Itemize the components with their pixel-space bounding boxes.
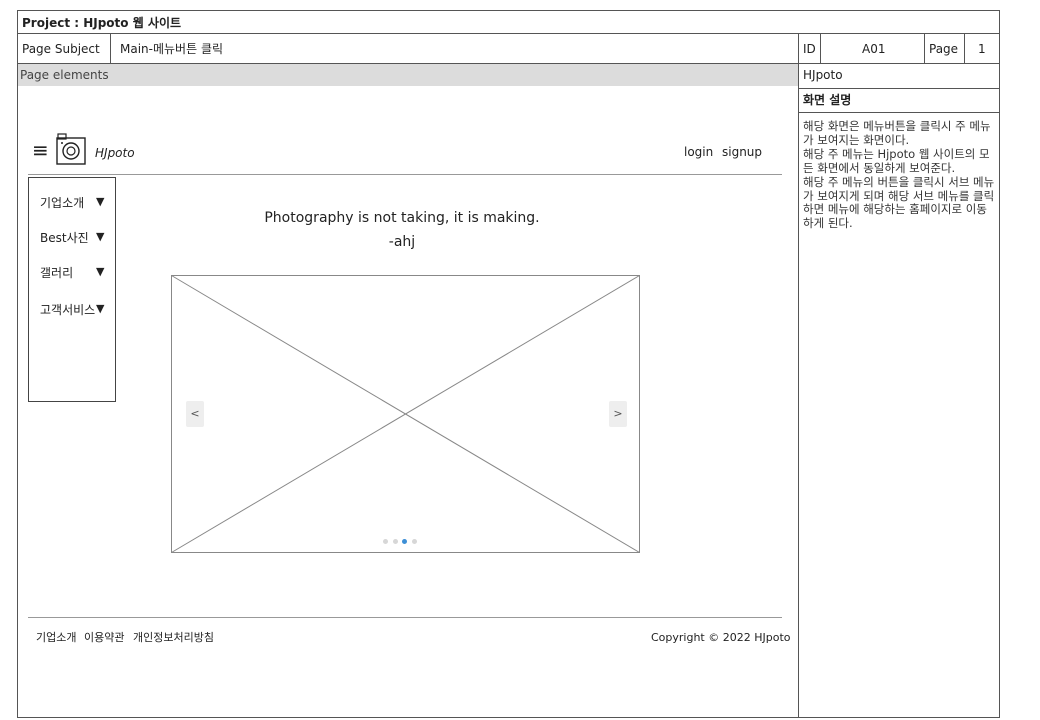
dropdown-arrow-icon[interactable]: ▼ [96, 302, 104, 315]
footer-link-terms[interactable]: 이용약관 [84, 631, 124, 645]
slider-dot[interactable] [383, 539, 388, 544]
copyright-text: Copyright © 2022 HJpoto [651, 631, 791, 644]
page-label: Page [929, 42, 959, 56]
logo-text[interactable]: HJpoto [95, 146, 135, 160]
description-paragraph: 해당 주 메뉴는 Hjpoto 웹 사이트의 모든 화면에서 동일하게 보여준다… [803, 147, 990, 175]
divider [820, 34, 821, 63]
divider [798, 34, 799, 718]
description-title: 화면 설명 [803, 93, 852, 107]
page-elements-label: Page elements [20, 68, 109, 82]
slider-dot[interactable] [412, 539, 417, 544]
divider [924, 34, 925, 63]
page-elements-bar [18, 64, 798, 86]
page-number: 1 [978, 42, 986, 56]
description-paragraph: 해당 주 메뉴의 버튼을 클릭시 서브 메뉴가 보여지게 되며 해당 서브 메뉴… [803, 175, 995, 230]
login-link[interactable]: login [684, 145, 713, 159]
project-title: Project : HJpoto 웹 사이트 [22, 16, 182, 30]
menu-item-company[interactable]: 기업소개 [40, 194, 84, 211]
footer-link-privacy[interactable]: 개인정보처리방침 [133, 631, 214, 645]
quote-text: Photography is not taking, it is making. [264, 210, 540, 226]
menu-item-customer-service[interactable]: 고객서비스 [40, 301, 95, 318]
signup-link[interactable]: signup [722, 145, 762, 159]
slider-dot[interactable] [393, 539, 398, 544]
hamburger-menu-icon[interactable]: ≡ [32, 140, 49, 160]
navbar-divider [28, 174, 782, 175]
quote-author: -ahj [388, 234, 416, 250]
footer-link-company[interactable]: 기업소개 [36, 631, 76, 645]
slider-dot-active[interactable] [402, 539, 407, 544]
menu-item-gallery[interactable]: 갤러리 [40, 264, 73, 281]
slider-next-button[interactable]: > [609, 401, 627, 427]
page-subject-label: Page Subject [22, 42, 100, 56]
footer-divider [28, 617, 782, 618]
divider [798, 88, 1000, 89]
page-subject-value: Main-메뉴버튼 클릭 [120, 42, 224, 56]
quote-block: Photography is not taking, it is making.… [230, 206, 574, 254]
id-label: ID [803, 42, 816, 56]
main-menu-panel: 기업소개 ▼ Best사진 ▼ 갤러리 ▼ 고객서비스 ▼ [28, 177, 116, 402]
site-name-label: HJpoto [803, 68, 843, 82]
id-value: A01 [862, 42, 886, 56]
description-body: 해당 화면은 메뉴버튼을 클릭시 주 메뉴가 보여지는 화면이다. 해당 주 메… [803, 119, 995, 231]
image-placeholder [171, 275, 640, 553]
image-slider[interactable]: < > [171, 275, 640, 553]
description-paragraph: 해당 화면은 메뉴버튼을 클릭시 주 메뉴가 보여지는 화면이다. [803, 119, 991, 147]
dropdown-arrow-icon[interactable]: ▼ [96, 230, 104, 243]
menu-item-best-photos[interactable]: Best사진 [40, 229, 89, 246]
dropdown-arrow-icon[interactable]: ▼ [96, 265, 104, 278]
slider-prev-button[interactable]: < [186, 401, 204, 427]
divider [110, 34, 111, 63]
divider [964, 34, 965, 63]
divider [798, 112, 1000, 113]
dropdown-arrow-icon[interactable]: ▼ [96, 195, 104, 208]
divider [17, 33, 1000, 34]
camera-logo-icon [55, 132, 87, 166]
